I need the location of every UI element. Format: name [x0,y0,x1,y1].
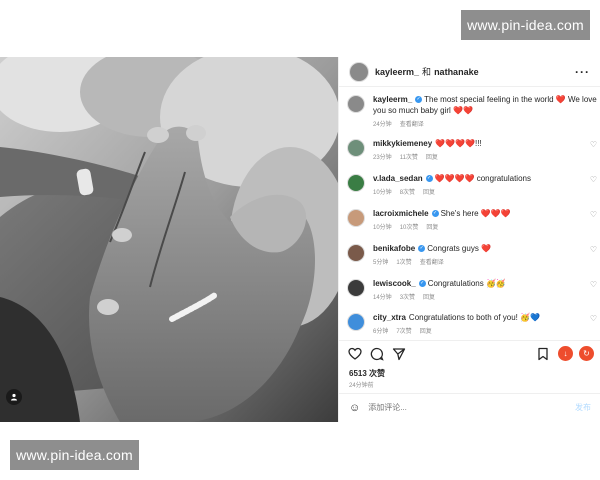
comment-text: Congrats guys ❤️ [427,244,491,253]
author-name[interactable]: kayleerm_ [375,67,419,77]
post-actions: ↓ ↻ 6513 次赞 24分钟前 ☺ 发布 [339,340,600,420]
post-comment-button[interactable]: 发布 [575,402,591,413]
like-comment-heart-icon[interactable]: ♡ [590,314,597,323]
comment-username[interactable]: kayleerm_ [373,95,412,104]
reply-link[interactable]: 回复 [420,329,432,335]
post-photo[interactable] [0,57,338,422]
reply-link[interactable]: 回复 [423,295,435,301]
comment-text: ❤️❤️❤️❤️!!! [435,139,482,148]
reply-link[interactable]: 回复 [423,190,435,196]
like-comment-heart-icon[interactable]: ♡ [590,280,597,289]
post-header: kayleerm_ 和 nathanake ··· [339,57,600,87]
hands-photo-illustration [0,57,338,422]
comment-username[interactable]: v.lada_sedan [373,174,423,183]
comment-likes[interactable]: 10次赞 [400,225,419,231]
comment-item: lacroixmichele ✓ She's here ❤️❤️❤️ 10分钟 10次… [347,208,597,231]
verified-badge-icon: ✓ [425,175,433,183]
comment-text: Congratulations to both of you! 🥳💙 [408,313,541,322]
reply-link[interactable]: 回复 [426,155,438,161]
comment-time: 23分钟 [373,155,392,161]
comment-time: 14分钟 [373,295,392,301]
comment-input[interactable] [368,403,559,412]
comment-likes[interactable]: 1次赞 [396,260,411,266]
comment-time: 10分钟 [373,190,392,196]
like-comment-heart-icon[interactable]: ♡ [590,175,597,184]
refresh-extension-icon[interactable]: ↻ [579,346,594,361]
comment-time: 6分钟 [373,329,389,335]
post-authors[interactable]: kayleerm_ 和 nathanake [375,65,479,78]
reply-link[interactable]: 回复 [426,225,438,231]
avatar[interactable] [349,61,369,82]
comment-text: ❤️❤️❤️❤️ congratulations [434,174,531,183]
comment-item: lewiscook_ ✓ Congratulations 🥳🥳 14分钟 3次赞 回复 … [347,278,597,301]
instagram-post: kayleerm_ 和 nathanake ··· kayleerm_ ✓ The mo… [0,57,600,422]
comment-username[interactable]: mikkykiemeney [373,139,432,148]
emoji-icon[interactable]: ☺ [349,402,360,414]
person-icon [11,393,17,401]
comment-icon[interactable] [370,347,384,361]
like-count[interactable]: 6513 次赞 [349,368,385,379]
comment-likes[interactable]: 8次赞 [400,190,415,196]
avatar[interactable] [347,209,365,227]
comment-likes[interactable]: 7次赞 [396,329,411,335]
post-time: 24分钟前 [349,383,374,389]
verified-badge-icon: ✓ [418,245,426,253]
verified-badge-icon: ✓ [418,280,426,288]
download-extension-icon[interactable]: ↓ [558,346,573,361]
more-options-icon[interactable]: ··· [575,66,590,78]
avatar[interactable] [347,174,365,192]
avatar[interactable] [347,95,365,113]
like-comment-heart-icon[interactable]: ♡ [590,140,597,149]
comment-time: 24分钟 [373,122,392,128]
verified-badge-icon: ✓ [431,210,439,218]
comment-item: benikafobe ✓ Congrats guys ❤️ 5分钟 1次赞 查看翻译 ♡ [347,243,597,266]
caption-comment: kayleerm_ ✓ The most special feeling in th… [347,94,597,128]
bookmark-icon[interactable] [537,347,549,361]
avatar[interactable] [347,244,365,262]
comment-text: Congratulations 🥳🥳 [427,279,506,288]
share-send-icon[interactable] [392,347,406,361]
verified-badge-icon: ✓ [415,96,423,104]
user-tag-button[interactable] [6,389,22,405]
author-separator: 和 [422,67,432,77]
comment-username[interactable]: lewiscook_ [373,279,416,288]
see-translation-link[interactable]: 查看翻译 [420,260,444,266]
comment-item: city_xtra Congratulations to both of you!… [347,312,597,335]
comment-likes[interactable]: 11次赞 [400,155,418,161]
comment-likes[interactable]: 3次赞 [400,295,415,301]
like-heart-icon[interactable] [348,347,362,361]
watermark-bottom: www.pin-idea.com [10,440,139,470]
comment-username[interactable]: lacroixmichele [373,209,429,218]
collab-name[interactable]: nathanake [434,67,479,77]
comment-item: v.lada_sedan ✓ ❤️❤️❤️❤️ congratulations 10… [347,173,597,196]
comment-username[interactable]: city_xtra [373,313,406,322]
avatar[interactable] [347,313,365,331]
comment-item: mikkykiemeney ❤️❤️❤️❤️!!! 23分钟 11次赞 回复 ♡ [347,138,597,161]
post-sidebar: kayleerm_ 和 nathanake ··· kayleerm_ ✓ The mo… [338,57,600,422]
comment-text: She's here ❤️❤️❤️ [440,209,511,218]
watermark-top: www.pin-idea.com [461,10,590,40]
see-translation-link[interactable]: 查看翻译 [400,122,424,128]
avatar[interactable] [347,139,365,157]
add-comment-bar: ☺ 发布 [339,393,600,421]
avatar[interactable] [347,279,365,297]
like-comment-heart-icon[interactable]: ♡ [590,245,597,254]
like-comment-heart-icon[interactable]: ♡ [590,210,597,219]
comment-time: 5分钟 [373,260,389,266]
comment-time: 10分钟 [373,225,392,231]
comment-username[interactable]: benikafobe [373,244,415,253]
